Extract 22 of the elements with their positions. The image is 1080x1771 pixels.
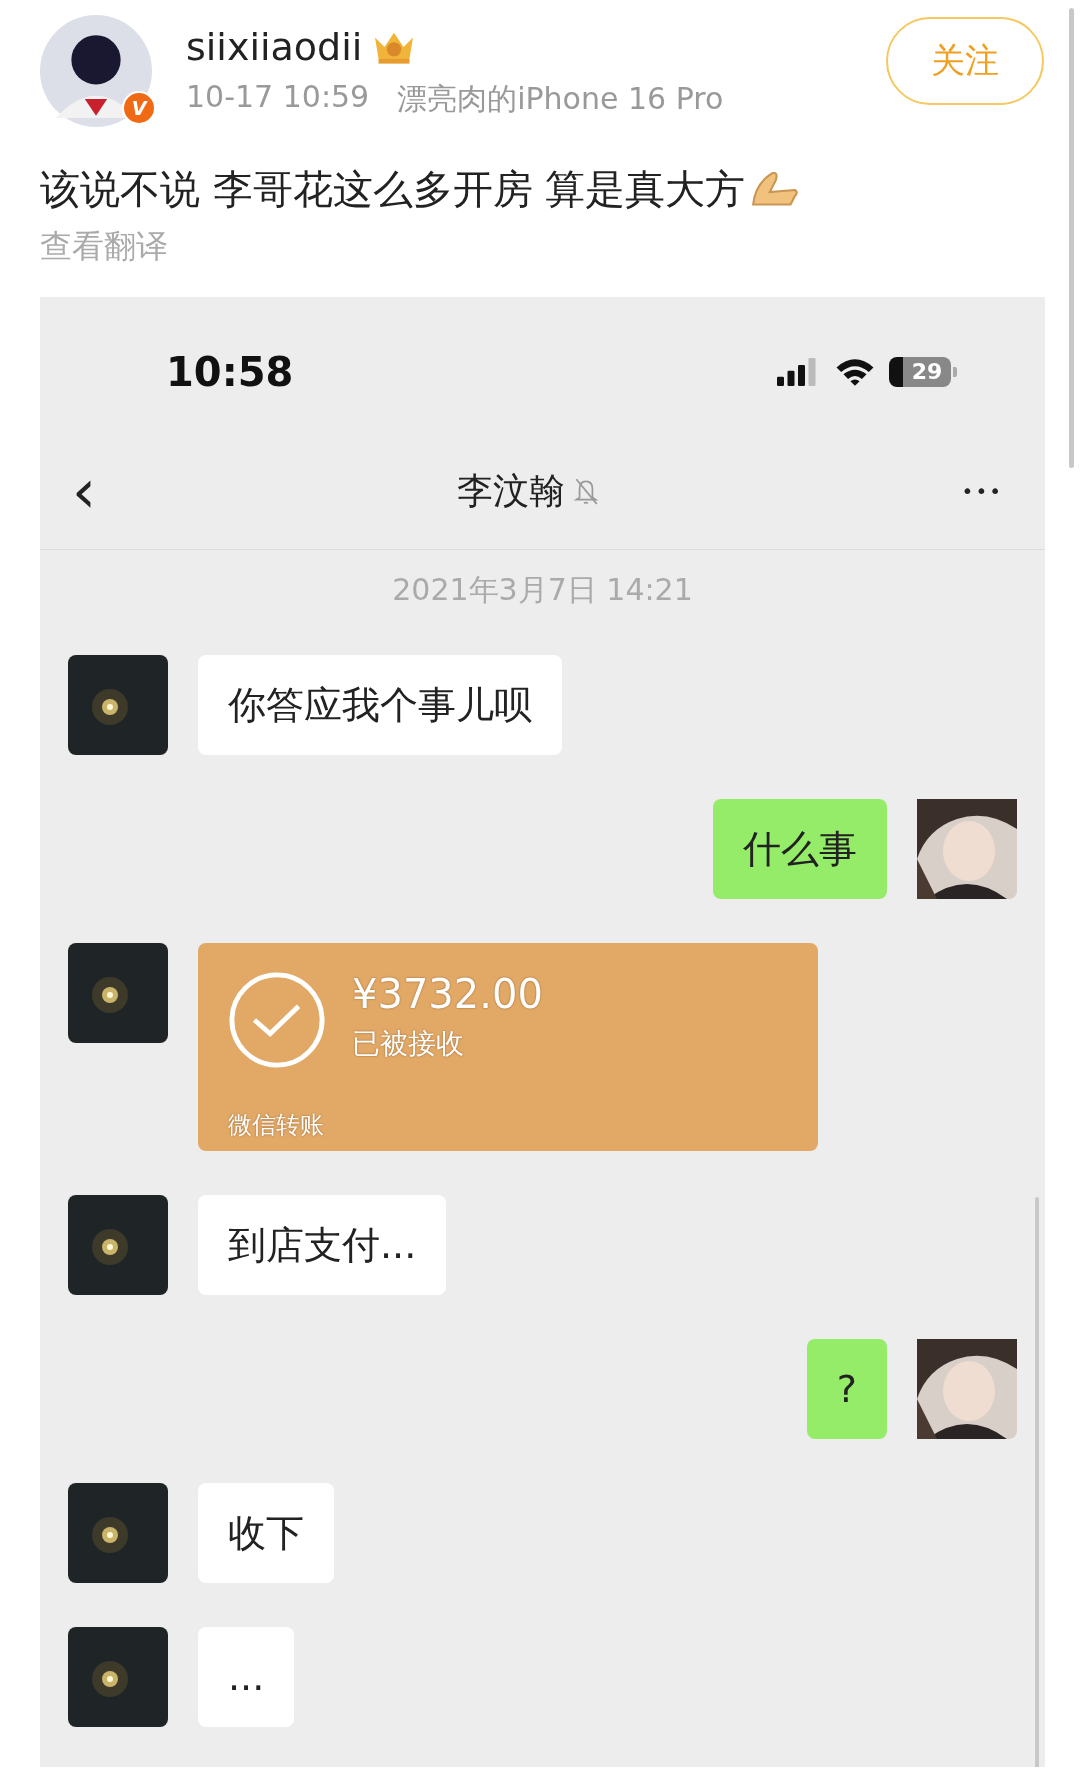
transfer-amount: ¥3732.00	[352, 971, 543, 1017]
battery-level: 29	[911, 359, 943, 384]
check-circle-icon	[228, 971, 326, 1069]
message-bubble: ?	[806, 1339, 887, 1439]
chat-title: 李汶翰	[456, 468, 565, 513]
more-button[interactable]: •••	[955, 478, 1009, 504]
username[interactable]: siixiiaodii	[186, 25, 363, 69]
post-device: 漂亮肉的iPhone 16 Pro	[397, 80, 724, 118]
wifi-icon	[835, 357, 875, 387]
verified-badge: V	[122, 91, 156, 125]
message-bubble: ...	[198, 1627, 295, 1727]
post-time: 10-17 10:59	[186, 79, 370, 116]
message-bubble: 什么事	[713, 799, 887, 899]
transfer-status: 已被接收	[352, 1026, 465, 1062]
message-bubble: 你答应我个事儿呗	[198, 655, 562, 755]
chat-date: 2021年3月7日 14:21	[391, 571, 694, 609]
message-bubble: 到店支付...	[198, 1195, 447, 1295]
back-button[interactable]: ‹	[68, 461, 100, 521]
message-bubble: 收下	[198, 1483, 334, 1583]
transfer-label: 微信转账	[228, 1110, 325, 1141]
status-time: 10:58	[166, 349, 294, 395]
post-text: 该说不说 李哥花这么多开房 算是真大方	[40, 165, 746, 214]
